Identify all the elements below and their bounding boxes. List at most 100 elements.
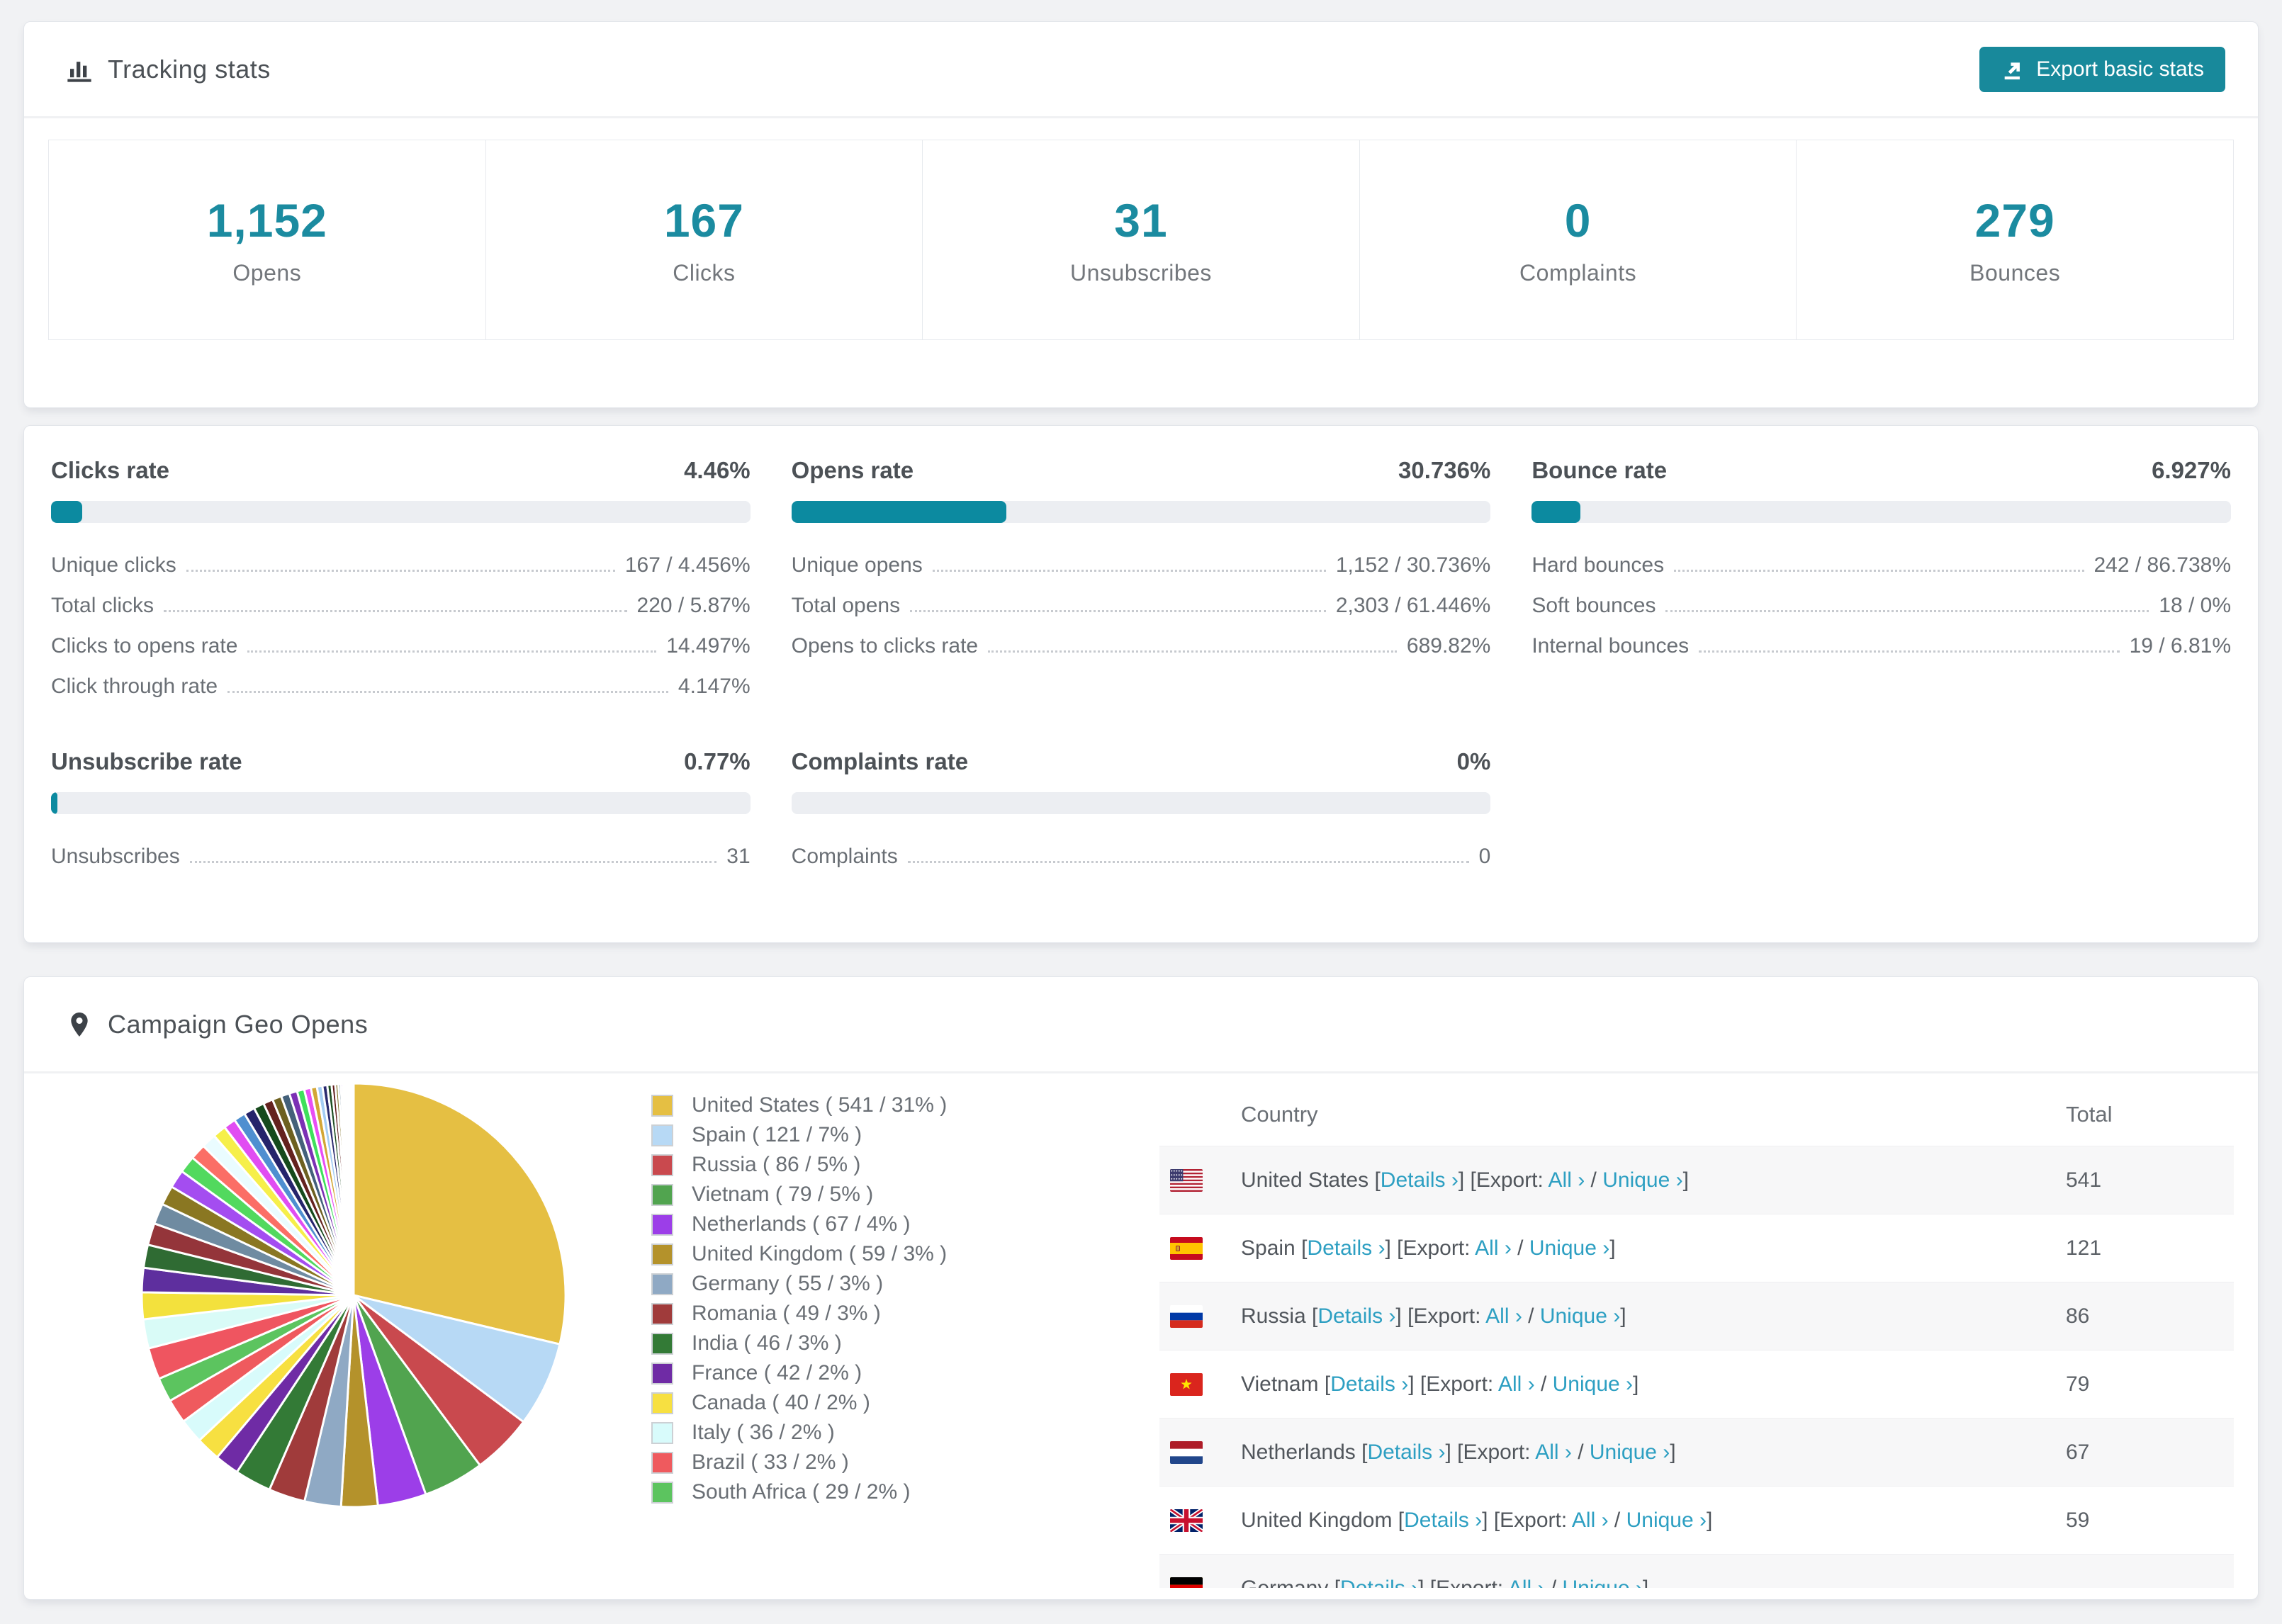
unsubscribes-label: Unsubscribes: [1070, 260, 1212, 286]
legend-item: Russia ( 86 / 5% ): [651, 1150, 947, 1180]
legend-swatch: [651, 1481, 673, 1504]
unsubscribe-rate-bar: [51, 792, 751, 814]
clicks-label: Clicks: [673, 260, 736, 286]
details-link[interactable]: Details ›: [1404, 1509, 1482, 1532]
export-basic-stats-button[interactable]: Export basic stats: [1979, 46, 2225, 92]
flag-nl-icon: [1170, 1440, 1203, 1464]
unsubscribes-count: 31: [1114, 194, 1168, 247]
details-link[interactable]: Details ›: [1381, 1168, 1458, 1192]
geo-table: Country Total United States [Details ›] …: [1159, 1083, 2234, 1588]
total-cell: 67: [2066, 1440, 2090, 1464]
legend-swatch: [651, 1243, 673, 1265]
rate-detail-row: Click through rate 4.147%: [51, 675, 751, 698]
legend-item: South Africa ( 29 / 2% ): [651, 1477, 947, 1507]
clicks-rate-bar: [51, 501, 751, 523]
total-cell: 79: [2066, 1372, 2090, 1396]
map-pin-icon: [65, 1010, 94, 1039]
opens-count: 1,152: [206, 194, 327, 247]
rate-block-opens: Opens rate 30.736% Unique opens 1,152 / 3…: [791, 457, 1491, 707]
legend-label: United States ( 541 / 31% ): [692, 1093, 948, 1117]
details-link[interactable]: Details ›: [1367, 1440, 1445, 1464]
opens-rate-value: 30.736%: [1398, 457, 1491, 483]
rates-card: Clicks rate 4.46% Unique clicks 167 / 4.4…: [23, 425, 2259, 943]
export-unique-link[interactable]: Unique ›: [1540, 1304, 1620, 1328]
geo-header: Campaign Geo Opens: [24, 977, 2258, 1073]
legend-item: United States ( 541 / 31% ): [651, 1090, 947, 1120]
legend-swatch: [651, 1451, 673, 1474]
rate-detail-row: Complaints 0: [791, 845, 1491, 868]
legend-label: Brazil ( 33 / 2% ): [692, 1450, 849, 1474]
rate-block-unsubscribe: Unsubscribe rate 0.77% Unsubscribes 31: [51, 748, 751, 877]
clicks-count: 167: [663, 194, 744, 247]
legend-label: Netherlands ( 67 / 4% ): [692, 1212, 911, 1236]
export-all-link[interactable]: All ›: [1572, 1509, 1609, 1532]
export-unique-link[interactable]: Unique ›: [1553, 1372, 1633, 1396]
legend-label: United Kingdom ( 59 / 3% ): [692, 1242, 948, 1265]
unsubscribe-rate-value: 0.77%: [684, 748, 751, 774]
bar-chart-icon: [65, 55, 94, 84]
stat-box-opens: 1,152 Opens: [49, 140, 485, 339]
legend-item: Vietnam ( 79 / 5% ): [651, 1180, 947, 1209]
legend-swatch: [651, 1273, 673, 1295]
export-unique-link[interactable]: Unique ›: [1563, 1577, 1643, 1589]
total-cell: 541: [2066, 1168, 2102, 1192]
country-cell-text: United States [Details ›] [Export: All ›…: [1241, 1168, 1689, 1192]
table-row-us: United States [Details ›] [Export: All ›…: [1159, 1146, 2234, 1214]
export-unique-link[interactable]: Unique ›: [1626, 1509, 1707, 1532]
country-cell-text: Spain [Details ›] [Export: All › / Uniqu…: [1241, 1236, 1616, 1260]
export-all-link[interactable]: All ›: [1535, 1440, 1572, 1464]
complaints-label: Complaints: [1519, 260, 1637, 286]
rate-block-bounce: Bounce rate 6.927% Hard bounces 242 / 86.…: [1531, 457, 2231, 707]
rate-detail-row: Internal bounces 19 / 6.81%: [1531, 634, 2231, 658]
rate-detail-row: Unique clicks 167 / 4.456%: [51, 553, 751, 577]
details-link[interactable]: Details ›: [1317, 1304, 1395, 1328]
total-column-header: Total: [2066, 1102, 2113, 1127]
legend-label: India ( 46 / 3% ): [692, 1331, 842, 1355]
rate-block-complaints: Complaints rate 0% Complaints 0: [791, 748, 1491, 877]
export-unique-link[interactable]: Unique ›: [1602, 1168, 1682, 1192]
legend-swatch: [651, 1183, 673, 1206]
export-icon: [2004, 62, 2020, 79]
rate-detail-row: Total clicks 220 / 5.87%: [51, 594, 751, 617]
flag-us-icon: [1170, 1168, 1203, 1192]
flag-es-icon: [1170, 1236, 1203, 1260]
stat-box-unsubscribes: 31 Unsubscribes: [922, 140, 1359, 339]
export-unique-link[interactable]: Unique ›: [1590, 1440, 1670, 1464]
export-all-link[interactable]: All ›: [1498, 1372, 1535, 1396]
stat-box-complaints: 0 Complaints: [1359, 140, 1797, 339]
country-cell-text: Germany [Details ›] [Export: All › / Uni…: [1241, 1577, 1648, 1589]
legend-label: Canada ( 40 / 2% ): [692, 1391, 870, 1414]
country-cell-text: Netherlands [Details ›] [Export: All › /…: [1241, 1440, 1676, 1464]
details-link[interactable]: Details ›: [1307, 1236, 1385, 1260]
export-all-link[interactable]: All ›: [1485, 1304, 1522, 1328]
details-link[interactable]: Details ›: [1340, 1577, 1418, 1589]
tracking-stats-header: Tracking stats Export basic stats: [24, 22, 2258, 118]
export-unique-link[interactable]: Unique ›: [1529, 1236, 1609, 1260]
geo-table-header: Country Total: [1159, 1083, 2234, 1146]
details-link[interactable]: Details ›: [1330, 1372, 1408, 1396]
total-cell: 86: [2066, 1304, 2090, 1328]
legend-label: Spain ( 121 / 7% ): [692, 1123, 862, 1146]
bounces-count: 279: [1974, 194, 2055, 247]
legend-item: Netherlands ( 67 / 4% ): [651, 1209, 947, 1239]
legend-item: United Kingdom ( 59 / 3% ): [651, 1239, 947, 1269]
legend-label: Germany ( 55 / 3% ): [692, 1272, 884, 1295]
pie-slice-other-53: [352, 1082, 355, 1297]
export-all-link[interactable]: All ›: [1508, 1577, 1545, 1589]
total-cell: 121: [2066, 1236, 2102, 1260]
export-all-link[interactable]: All ›: [1475, 1236, 1512, 1260]
legend-swatch: [651, 1213, 673, 1236]
country-cell-text: Russia [Details ›] [Export: All › / Uniq…: [1241, 1304, 1626, 1328]
legend-swatch: [651, 1302, 673, 1325]
legend-item: Germany ( 55 / 3% ): [651, 1269, 947, 1299]
export-all-link[interactable]: All ›: [1548, 1168, 1585, 1192]
legend-label: Russia ( 86 / 5% ): [692, 1153, 861, 1176]
rate-detail-row: Hard bounces 242 / 86.738%: [1531, 553, 2231, 577]
stats-strip: 1,152 Opens 167 Clicks 31 Unsubscribes 0…: [48, 140, 2234, 340]
complaints-rate-bar: [791, 792, 1491, 814]
stat-box-clicks: 167 Clicks: [485, 140, 923, 339]
total-cell: 59: [2066, 1508, 2090, 1532]
country-cell-text: Vietnam [Details ›] [Export: All › / Uni…: [1241, 1372, 1639, 1396]
legend-label: Vietnam ( 79 / 5% ): [692, 1183, 874, 1206]
legend-label: South Africa ( 29 / 2% ): [692, 1480, 911, 1504]
